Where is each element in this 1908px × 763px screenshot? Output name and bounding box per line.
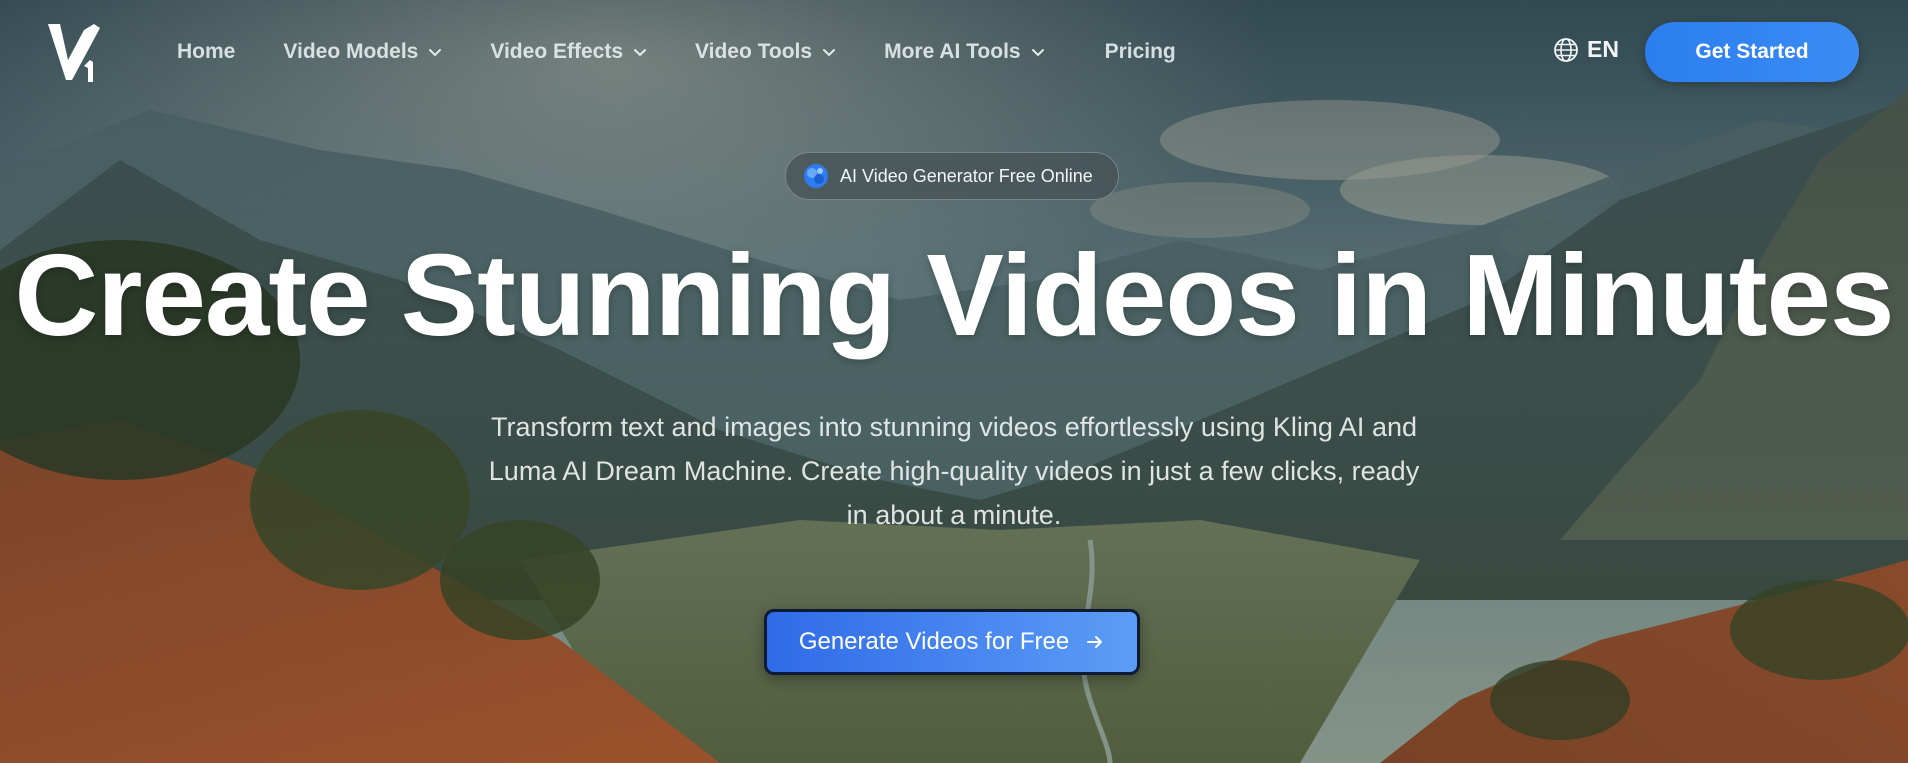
hero-headline: Create Stunning Videos in Minutes	[14, 230, 1894, 360]
nav-item-video-effects[interactable]: Video Effects	[490, 40, 647, 64]
hero-section: Home Video Models Video Effects Video To…	[0, 0, 1908, 763]
hero-badge: AI Video Generator Free Online	[785, 152, 1119, 200]
nav-item-pricing[interactable]: Pricing	[1105, 40, 1176, 64]
language-selector[interactable]: EN	[1553, 36, 1619, 63]
chevron-down-icon	[634, 49, 646, 57]
nav-item-more-ai-tools[interactable]: More AI Tools	[884, 40, 1045, 64]
hero-subtitle: Transform text and images into stunning …	[444, 405, 1464, 537]
subtitle-line: Transform text and images into stunning …	[490, 412, 1417, 442]
nav-item-home[interactable]: Home	[177, 40, 235, 64]
nav-item-label: Pricing	[1104, 40, 1176, 63]
nav-item-label: Video Effects	[490, 40, 623, 63]
nav-item-label: Video Tools	[695, 40, 813, 63]
globe-icon	[1554, 37, 1578, 62]
chevron-down-icon	[823, 49, 836, 57]
cta-label: Generate Videos for Free	[798, 628, 1070, 655]
generate-videos-button[interactable]: Generate Videos for Free	[764, 609, 1140, 675]
ai-spark-icon	[804, 164, 828, 188]
nav-item-label: Home	[177, 40, 236, 63]
nav-item-label: Video Models	[283, 40, 419, 63]
badge-label: AI Video Generator Free Online	[840, 165, 1093, 186]
subtitle-line: in about a minute.	[846, 500, 1062, 530]
get-started-button[interactable]: Get Started	[1645, 22, 1859, 82]
nav-item-label: More AI Tools	[884, 40, 1021, 63]
chevron-down-icon	[429, 49, 442, 57]
chevron-down-icon	[1031, 49, 1044, 57]
subtitle-line: Luma AI Dream Machine. Create high-quali…	[488, 456, 1420, 486]
nav-links: Home Video Models Video Effects Video To…	[177, 34, 1224, 70]
arrow-right-icon	[1087, 636, 1103, 648]
nav-item-video-tools[interactable]: Video Tools	[695, 40, 836, 64]
nav-item-video-models[interactable]: Video Models	[283, 40, 442, 64]
top-navigation: Home Video Models Video Effects Video To…	[0, 0, 1908, 104]
v1-logo-icon	[48, 24, 100, 82]
language-label: EN	[1587, 36, 1619, 62]
v1-logo[interactable]	[46, 20, 102, 84]
